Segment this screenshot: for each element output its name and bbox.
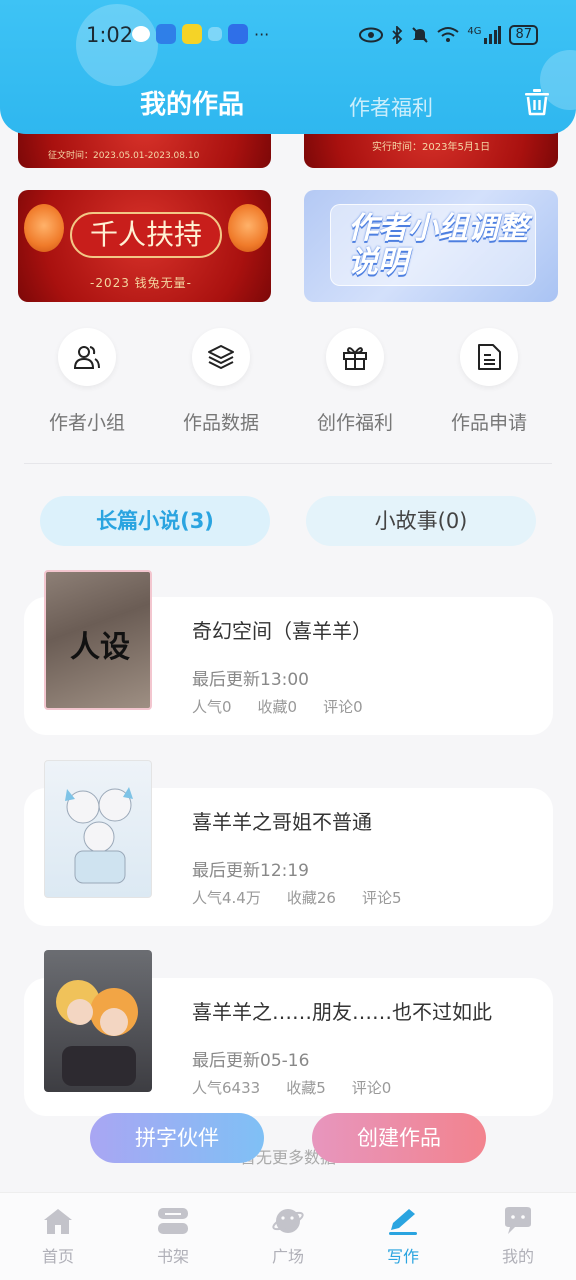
banner-support-title: 千人扶持 <box>70 212 222 258</box>
bluetooth-icon <box>392 26 403 44</box>
battery-level: 87 <box>509 25 538 45</box>
work-popularity: 人气4.4万 <box>192 889 261 907</box>
wifi-icon <box>437 27 459 42</box>
signal-icon <box>484 26 502 44</box>
work-favorites: 收藏26 <box>286 889 336 907</box>
banner-group-notice[interactable]: 作者小组调整说明 <box>304 190 558 302</box>
top-tabs: 我的作品 作者福利 <box>0 84 576 124</box>
nav-item-bookshelf[interactable]: 书架 <box>133 1207 213 1267</box>
tab-long-novels[interactable]: 长篇小说(3) <box>40 496 270 546</box>
work-stats: 人气6433 收藏5 评论0 <box>192 1077 391 1098</box>
work-updated: 最后更新13:00 <box>192 670 309 690</box>
divider <box>24 463 552 464</box>
work-favorites: 收藏0 <box>257 698 298 716</box>
work-title: 奇幻空间（喜羊羊） <box>192 619 372 643</box>
nav-item-write[interactable]: 写作 <box>363 1207 443 1267</box>
banner-group-title: 作者小组调整说明 <box>348 211 528 280</box>
shortcut-creation-benefits[interactable]: 创作福利 <box>300 328 410 435</box>
mute-icon <box>412 27 429 43</box>
shortcut-icon-wrap <box>58 328 116 386</box>
nav-label: 书架 <box>156 1247 189 1266</box>
nav-label: 写作 <box>386 1247 419 1266</box>
work-title: 喜羊羊之……朋友……也不过如此 <box>192 1000 492 1024</box>
nav-item-home[interactable]: 首页 <box>18 1207 98 1267</box>
nav-label: 首页 <box>41 1247 74 1266</box>
bulb-icon <box>228 24 248 44</box>
gift-icon <box>343 347 367 370</box>
work-comments: 评论5 <box>361 889 402 907</box>
no-more-data: 暂无更多数据 <box>239 1148 336 1167</box>
system-icons: 4G 87 <box>359 25 538 45</box>
layers-icon <box>208 345 234 369</box>
work-stats: 人气4.4万 收藏26 评论5 <box>192 887 402 908</box>
work-cover <box>44 950 152 1092</box>
status-bar: 1:02 ··· 4G 87 <box>0 20 576 54</box>
shortcut-icon-wrap <box>460 328 518 386</box>
shortcut-work-application[interactable]: 作品申请 <box>434 328 544 435</box>
bookshelf-icon <box>158 1208 188 1234</box>
network-type: 4G <box>467 25 482 37</box>
nav-item-me[interactable]: 我的 <box>478 1207 558 1267</box>
status-time: 1:02 <box>86 23 134 47</box>
work-updated: 最后更新05-16 <box>192 1051 310 1071</box>
lantern-icon <box>228 204 268 252</box>
work-comments: 评论0 <box>351 1079 392 1097</box>
document-icon <box>478 344 501 370</box>
shortcut-label: 创作福利 <box>316 412 393 434</box>
work-title: 喜羊羊之哥姐不普通 <box>192 810 372 834</box>
work-stats: 人气0 收藏0 评论0 <box>192 696 363 717</box>
banner-contest-date: 征文时间：2023.05.01-2023.08.10 <box>48 151 200 161</box>
chat-icon <box>505 1207 531 1234</box>
banner-policy-date: 实行时间：2023年5月1日 <box>372 142 491 153</box>
shortcut-icon-wrap <box>326 328 384 386</box>
work-comments: 评论0 <box>323 698 363 716</box>
more-icon: ··· <box>254 24 270 44</box>
tab-my-works[interactable]: 我的作品 <box>140 84 244 121</box>
cover-illustration <box>56 980 138 1086</box>
lantern-icon <box>24 204 64 252</box>
home-icon <box>44 1209 72 1234</box>
work-popularity: 人气0 <box>192 698 232 716</box>
nav-label: 广场 <box>271 1247 304 1266</box>
planet-icon <box>272 1209 304 1233</box>
bottom-nav: 首页 书架 广场 写作 我的 <box>0 1192 576 1280</box>
cover-text: 人设 <box>70 630 130 665</box>
work-cover: 人设 <box>44 570 152 710</box>
work-favorites: 收藏5 <box>286 1079 326 1097</box>
banner-support[interactable]: 千人扶持 -2023 钱兔无量- <box>18 190 271 302</box>
shortcut-author-group[interactable]: 作者小组 <box>32 328 142 435</box>
nav-label: 我的 <box>501 1247 534 1266</box>
wechat-icon <box>132 26 150 42</box>
tab-short-stories[interactable]: 小故事(0) <box>306 496 536 546</box>
notification-icons: ··· <box>132 24 269 44</box>
partner-button[interactable]: 拼字伙伴 <box>90 1113 264 1163</box>
home-small-icon <box>208 27 222 41</box>
app-notification-icon <box>182 24 202 44</box>
trash-icon[interactable] <box>524 88 550 116</box>
nav-item-square[interactable]: 广场 <box>248 1207 328 1267</box>
header: 1:02 ··· 4G 87 我的作品 作者福利 <box>0 0 576 134</box>
work-popularity: 人气6433 <box>192 1079 261 1097</box>
pen-icon <box>389 1209 417 1235</box>
eye-icon <box>359 27 384 43</box>
tab-author-benefits[interactable]: 作者福利 <box>349 92 433 122</box>
shortcut-label: 作品数据 <box>182 412 259 434</box>
shortcut-work-data[interactable]: 作品数据 <box>166 328 276 435</box>
work-cover <box>44 760 152 898</box>
work-updated: 最后更新12:19 <box>192 861 309 881</box>
shortcut-label: 作者小组 <box>48 412 125 434</box>
banner-support-subtitle: -2023 钱兔无量- <box>90 276 193 290</box>
shortcut-label: 作品申请 <box>450 412 527 434</box>
users-icon <box>73 346 100 369</box>
shortcut-icon-wrap <box>192 328 250 386</box>
app-notification-icon <box>156 24 176 44</box>
create-work-button[interactable]: 创建作品 <box>312 1113 486 1163</box>
cover-illustration <box>65 787 133 884</box>
